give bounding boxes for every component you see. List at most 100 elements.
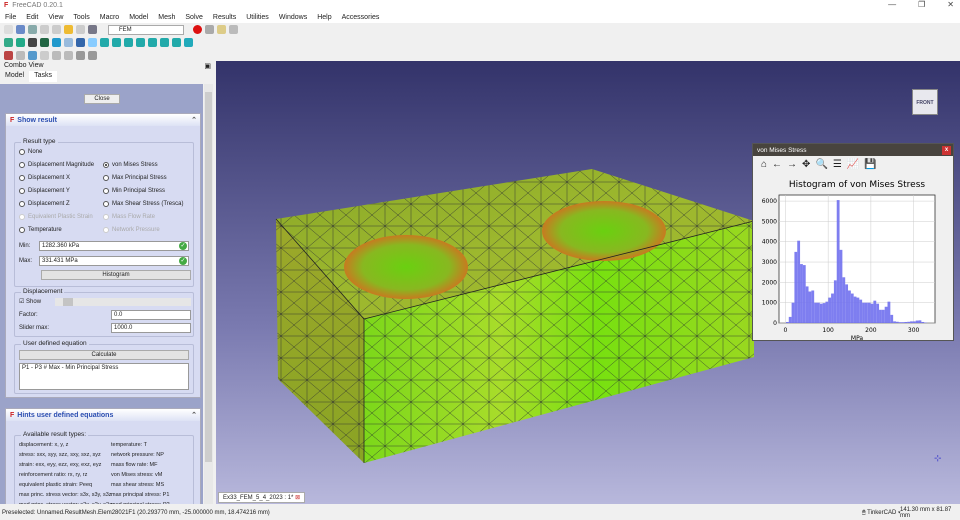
nav-style-selector[interactable]: 🖱 TinkerCAD ▾	[862, 510, 900, 517]
slider-max-spinbox[interactable]: 1000.0	[111, 323, 191, 333]
forward-icon[interactable]: →	[787, 159, 797, 170]
force-icon[interactable]	[52, 51, 61, 60]
back-icon[interactable]: ←	[772, 159, 782, 170]
undock-icon[interactable]: ▣	[204, 62, 211, 70]
menu-macro[interactable]: Macro	[95, 14, 124, 21]
left-view-icon[interactable]	[172, 38, 181, 47]
menu-tools[interactable]: Tools	[68, 14, 94, 21]
max-field[interactable]: 331.431 MPa ✓	[39, 256, 189, 266]
bottom-view-icon[interactable]	[160, 38, 169, 47]
zoom-icon[interactable]	[88, 38, 97, 47]
menu-help[interactable]: Help	[312, 14, 336, 21]
draw-style-icon[interactable]	[28, 38, 37, 47]
histogram-bar	[907, 321, 911, 323]
menu-model[interactable]: Model	[124, 14, 153, 21]
close-button[interactable]: Close	[84, 94, 120, 104]
equation-input[interactable]: P1 - P3 # Max - Min Principal Stress	[19, 363, 189, 390]
analysis-icon[interactable]	[4, 51, 13, 60]
radio-min-principal-stress[interactable]: Min Principal Stress	[103, 188, 165, 194]
fit-selection-icon[interactable]	[16, 38, 25, 47]
navigation-cube[interactable]: FRONT	[906, 79, 946, 129]
pan-icon[interactable]: ✥	[802, 159, 810, 170]
edit-axis-icon[interactable]: 📈	[847, 159, 859, 170]
configure-icon[interactable]: ☰	[833, 159, 842, 170]
material-icon[interactable]	[16, 51, 25, 60]
document-tab[interactable]: Ex33_FEM_5_4_2023 : 1* ⊠	[218, 492, 306, 503]
forward-icon[interactable]	[64, 38, 73, 47]
menu-mesh[interactable]: Mesh	[153, 14, 180, 21]
histogram-close-button[interactable]: x	[942, 145, 951, 155]
radio-max-principal-stress[interactable]: Max Principal Stress	[103, 175, 167, 181]
task-scrollbar[interactable]	[204, 84, 213, 504]
solver-icon[interactable]	[76, 51, 85, 60]
results-icon[interactable]	[88, 51, 97, 60]
min-label: Min:	[19, 243, 31, 249]
tab-tasks[interactable]: Tasks	[29, 71, 57, 82]
radio-none[interactable]: None	[19, 149, 42, 155]
tab-model[interactable]: Model	[0, 71, 29, 82]
menu-accessories[interactable]: Accessories	[337, 14, 385, 21]
macros-icon[interactable]	[217, 25, 226, 34]
calculate-button[interactable]: Calculate	[19, 350, 189, 360]
save-icon[interactable]	[28, 25, 37, 34]
radio-displacement-magnitude[interactable]: Displacement Magnitude	[19, 162, 94, 168]
record-macro-icon[interactable]	[193, 25, 202, 34]
home-icon[interactable]: ⌂	[761, 159, 767, 170]
fit-all-icon[interactable]	[4, 38, 13, 47]
menu-edit[interactable]: Edit	[21, 14, 43, 21]
radio-temperature[interactable]: Temperature	[19, 227, 62, 233]
collapse-icon[interactable]: ⌃	[191, 116, 197, 124]
new-icon[interactable]	[4, 25, 13, 34]
radio-von-mises-stress[interactable]: von Mises Stress	[103, 162, 158, 168]
save-icon[interactable]: 💾	[864, 159, 876, 170]
zoom-icon[interactable]: 🔍	[815, 159, 827, 170]
mesh-icon[interactable]	[28, 51, 37, 60]
close-icon[interactable]: ✕	[947, 0, 954, 9]
menu-results[interactable]: Results	[208, 14, 241, 21]
undo-icon[interactable]	[64, 25, 73, 34]
navcube-front-face[interactable]: FRONT	[912, 89, 938, 115]
workbench-icon[interactable]	[76, 38, 85, 47]
constraint-icon[interactable]	[40, 51, 49, 60]
menu-file[interactable]: File	[0, 14, 21, 21]
menu-windows[interactable]: Windows	[274, 14, 312, 21]
back-icon[interactable]	[52, 38, 61, 47]
radio-displacement-z[interactable]: Displacement Z	[19, 201, 70, 207]
minimize-icon[interactable]: —	[888, 0, 896, 9]
measure-icon[interactable]	[184, 38, 193, 47]
collapse-icon[interactable]: ⌃	[191, 411, 197, 419]
radio-max-shear-stress-tresca-[interactable]: Max Shear Stress (Tresca)	[103, 201, 183, 207]
run-macro-icon[interactable]	[229, 25, 238, 34]
workbench-selector[interactable]: FEM	[108, 24, 184, 35]
pressure-icon[interactable]	[64, 51, 73, 60]
right-view-icon[interactable]	[136, 38, 145, 47]
slider-handle[interactable]	[63, 298, 73, 306]
histogram-button[interactable]: Histogram	[41, 270, 191, 280]
rear-view-icon[interactable]	[148, 38, 157, 47]
maximize-icon[interactable]: ❐	[918, 0, 925, 9]
front-view-icon[interactable]	[112, 38, 121, 47]
top-view-icon[interactable]	[124, 38, 133, 47]
stop-macro-icon[interactable]	[205, 25, 214, 34]
paste-icon[interactable]	[52, 25, 61, 34]
refresh-icon[interactable]	[88, 25, 97, 34]
tab-close-icon[interactable]: ⊠	[295, 495, 300, 501]
open-icon[interactable]	[16, 25, 25, 34]
show-checkbox[interactable]: ☑ Show	[19, 298, 41, 305]
cut-icon[interactable]	[40, 25, 49, 34]
hints-panel: F Hints user defined equations ⌃ Available…	[5, 408, 201, 504]
menu-view[interactable]: View	[43, 14, 68, 21]
displacement-slider[interactable]	[55, 298, 191, 306]
menu-utilities[interactable]: Utilities	[241, 14, 274, 21]
radio-displacement-x[interactable]: Displacement X	[19, 175, 70, 181]
radio-displacement-y[interactable]: Displacement Y	[19, 188, 70, 194]
radio-mass-flow-rate[interactable]: Mass Flow Rate	[103, 214, 155, 220]
min-field[interactable]: 1282.360 kPa ✓	[39, 241, 189, 251]
radio-network-pressure[interactable]: Network Pressure	[103, 227, 160, 233]
factor-spinbox[interactable]: 0.0	[111, 310, 191, 320]
menu-solve[interactable]: Solve	[180, 14, 208, 21]
redo-icon[interactable]	[76, 25, 85, 34]
bounding-box-icon[interactable]	[40, 38, 49, 47]
isometric-icon[interactable]	[100, 38, 109, 47]
radio-equivalent-plastic-strain[interactable]: Equivalent Plastic Strain	[19, 214, 93, 220]
